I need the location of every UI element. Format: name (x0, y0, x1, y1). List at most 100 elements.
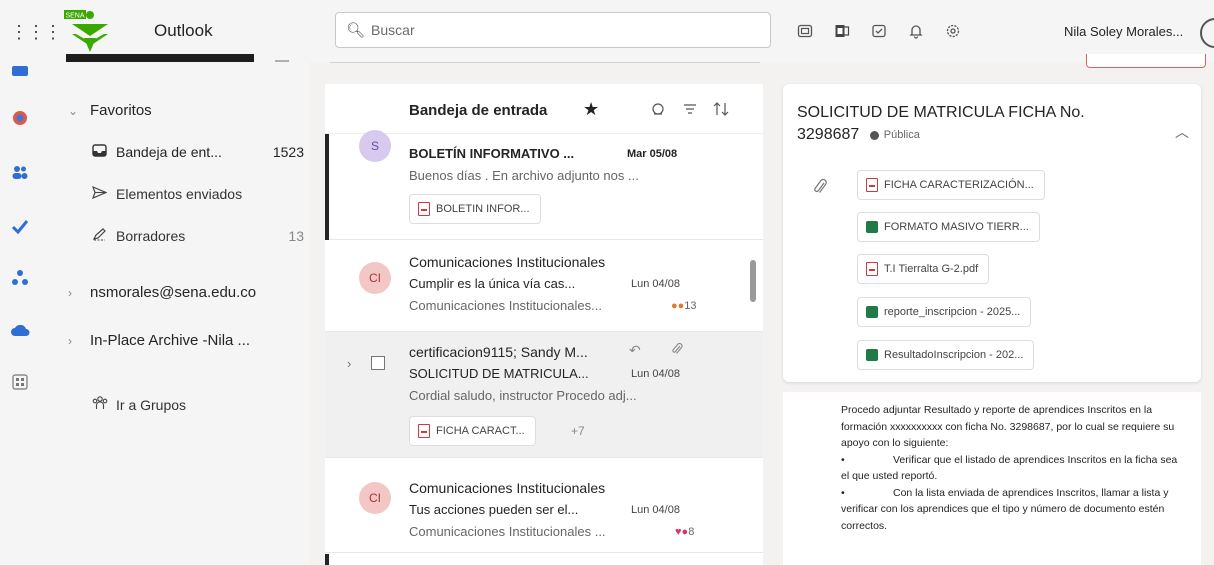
attachment-name: reporte_inscripcion - 2025... (884, 306, 1021, 318)
attachment-file[interactable]: ResultadoInscripcion - 202... (857, 340, 1035, 370)
notifications-icon[interactable] (897, 20, 934, 42)
avatar: S (359, 130, 391, 162)
chevron-up-icon[interactable]: ︿ (1175, 122, 1189, 142)
pdf-icon (866, 178, 878, 192)
message-sender: certificacion9115; Sandy M... (409, 344, 588, 360)
message-subject: SOLICITUD DE MATRICULA... (409, 366, 589, 381)
message-subject: BOLETÍN INFORMATIVO ... (409, 146, 575, 161)
select-icon[interactable] (651, 102, 665, 119)
groups-link[interactable]: Ir a Grupos (92, 396, 304, 413)
sort-icon[interactable] (713, 102, 729, 119)
calendar-icon[interactable] (10, 62, 30, 82)
message-date: Lun 04/08 (631, 368, 680, 380)
attachment-chip[interactable]: BOLETIN INFOR... (409, 194, 541, 224)
avatar[interactable] (1200, 18, 1214, 48)
people-icon[interactable] (10, 162, 30, 182)
folder-item-sent[interactable]: Elementos enviados (91, 185, 304, 202)
meet-now-icon[interactable] (786, 20, 823, 42)
ribbon-action-button[interactable] (1086, 54, 1206, 68)
search-input[interactable]: 🔍︎ Buscar (335, 12, 771, 48)
unread-count: 1523 (272, 144, 304, 160)
reaction-count: 13 (684, 300, 697, 312)
org-explorer-icon[interactable] (10, 268, 30, 288)
reply-icon: ↶ (629, 342, 641, 358)
avatar: CI (359, 262, 391, 294)
todo-icon[interactable] (10, 216, 30, 236)
ribbon-divider (330, 62, 760, 63)
reaction-icon: ♥● (675, 526, 689, 538)
folder-item-drafts[interactable]: Borradores 13 (92, 228, 304, 244)
groups-label: Ir a Grupos (116, 396, 187, 413)
list-item[interactable]: CI Comunicaciones Institucionales Tus ac… (325, 458, 763, 553)
pdf-icon (418, 202, 430, 216)
message-preview: Comunicaciones Institucionales... (409, 298, 602, 313)
account-section[interactable]: › nsmorales@sena.edu.co (68, 284, 256, 301)
app-launcher-icon[interactable]: ⋮⋮⋮ (10, 22, 62, 43)
message-date: Lun 04/08 (631, 504, 680, 516)
folder-item-inbox[interactable]: Bandeja de ent... 1523 (92, 144, 304, 160)
attachment-name: FICHA CARACT... (436, 425, 525, 437)
my-day-icon[interactable] (860, 20, 897, 42)
excel-icon (866, 349, 878, 361)
message-title: SOLICITUD DE MATRICULA FICHA No. 3298687… (797, 102, 1137, 146)
app-rail (0, 62, 46, 565)
reactions-badge: ♥●8 (675, 526, 694, 538)
folder-label: Borradores (116, 228, 186, 244)
more-attachments-count[interactable]: +7 (571, 424, 585, 438)
search-icon: 🔍︎ (346, 22, 366, 39)
sensitivity-badge: Pública (869, 124, 920, 146)
attachment-chip[interactable]: FICHA CARACT... (409, 416, 536, 446)
folder-pane: ⌄ Favoritos Bandeja de ent... 1523 Eleme… (46, 62, 310, 565)
chevron-right-icon: › (68, 285, 72, 300)
message-sender: Comunicaciones Institucionales (409, 254, 606, 270)
onedrive-icon[interactable] (10, 320, 30, 340)
copilot-icon[interactable] (10, 108, 30, 128)
archive-section[interactable]: › In-Place Archive -Nila ... (68, 332, 250, 349)
attachment-name: BOLETIN INFOR... (436, 203, 530, 215)
more-apps-icon[interactable] (10, 372, 30, 392)
reaction-icon: ●● (671, 300, 685, 312)
favorite-star-icon[interactable]: ★ (583, 99, 599, 120)
reaction-count: 8 (688, 526, 695, 538)
pdf-icon (418, 424, 430, 438)
select-checkbox[interactable] (371, 356, 385, 370)
teams-icon[interactable] (823, 20, 860, 42)
favorites-section[interactable]: ⌄ Favoritos (68, 102, 152, 119)
bullet-text: Con la lista enviada de aprendices Inscr… (841, 486, 1169, 532)
message-body-text: Procedo adjuntar Resultado y reporte de … (841, 402, 1181, 534)
attachment-name: T.I Tierralta G-2.pdf (884, 263, 979, 275)
filter-icon[interactable] (683, 102, 697, 119)
pdf-icon (866, 262, 878, 276)
message-preview: Buenos días . En archivo adjunto nos ... (409, 168, 639, 183)
scrollbar-thumb[interactable] (750, 260, 756, 302)
list-item-selected[interactable]: › certificacion9115; Sandy M... ↶ SOLICI… (325, 332, 763, 458)
message-subject: Tus acciones pueden ser el... (409, 502, 579, 517)
attachment-file[interactable]: FICHA CARACTERIZACIÓN... (857, 170, 1045, 200)
user-name[interactable]: Nila Soley Morales... (1064, 24, 1183, 39)
attachment-file[interactable]: reporte_inscripcion - 2025... (857, 297, 1032, 327)
settings-icon[interactable] (934, 20, 971, 42)
app-name[interactable]: Outlook (154, 21, 213, 41)
folder-label: Bandeja de ent... (116, 144, 222, 160)
message-preview: Cordial saludo, instructor Procedo adj..… (409, 388, 637, 403)
attachment-name: FICHA CARACTERIZACIÓN... (884, 179, 1034, 191)
folder-title: Bandeja de entrada (409, 102, 548, 119)
selection-bar (325, 554, 329, 565)
message-preview: Comunicaciones Institucionales ... (409, 524, 606, 539)
bullet-mark: • (841, 486, 845, 499)
list-item[interactable]: CI Comunicaciones Institucionales Cumpli… (325, 240, 763, 332)
chevron-right-icon[interactable]: › (347, 356, 351, 371)
excel-icon (866, 221, 878, 233)
attachment-file[interactable]: T.I Tierralta G-2.pdf (857, 254, 990, 284)
message-list: Bandeja de entrada ★ S BOLETÍN INFORMATI… (325, 84, 763, 565)
draft-icon (92, 228, 116, 244)
sena-logo: SENA (60, 6, 120, 54)
list-item[interactable]: S BOLETÍN INFORMATIVO ... Mar 05/08 Buen… (325, 130, 763, 240)
search-placeholder: Buscar (371, 22, 415, 38)
selection-bar (325, 134, 329, 240)
body-paragraph: Procedo adjuntar Resultado y reporte de … (841, 404, 1175, 449)
account-label: nsmorales@sena.edu.co (90, 284, 257, 301)
attachment-file[interactable]: FORMATO MASIVO TIERR... (857, 212, 1040, 242)
archive-label: In-Place Archive -Nila ... (90, 332, 251, 349)
avatar: CI (359, 482, 391, 514)
